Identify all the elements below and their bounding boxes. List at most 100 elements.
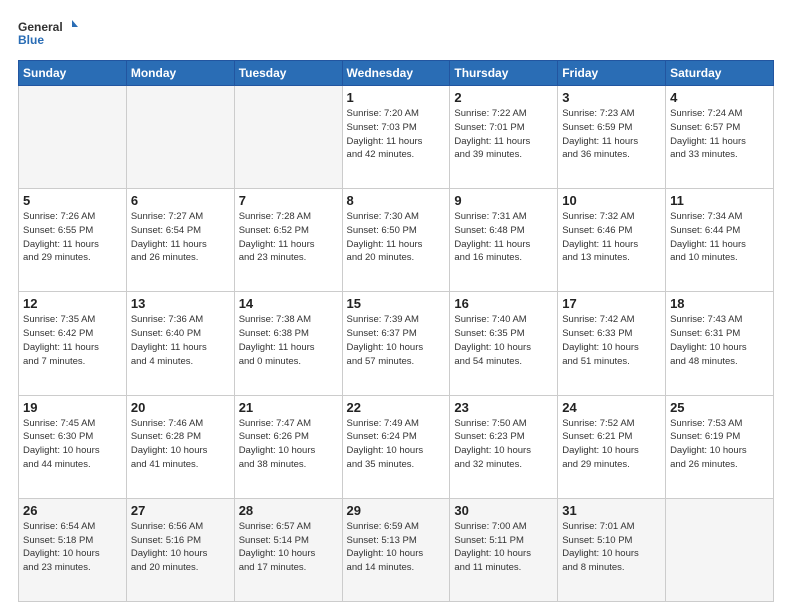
header: General Blue xyxy=(18,18,774,50)
calendar-week-row: 1 Sunrise: 7:20 AM Sunset: 7:03 PM Daylig… xyxy=(19,86,774,189)
calendar-cell: 30Sunrise: 7:00 AM Sunset: 5:11 PM Dayli… xyxy=(450,498,558,601)
calendar-cell: 18 Sunrise: 7:43 AM Sunset: 6:31 PM Dayli… xyxy=(666,292,774,395)
day-number: 10 xyxy=(562,193,661,208)
calendar-cell: 3Sunrise: 7:23 AM Sunset: 6:59 PM Daylig… xyxy=(558,86,666,189)
day-header-tuesday: Tuesday xyxy=(234,61,342,86)
day-number: 26 xyxy=(23,503,122,518)
page: General Blue SundayMondayTuesdayWednesda… xyxy=(0,0,792,612)
day-number: 7 xyxy=(239,193,338,208)
day-number: 8 xyxy=(347,193,446,208)
day-number: 14 xyxy=(239,296,338,311)
day-info: Sunrise: 7:26 AM Sunset: 6:55 PM Dayligh… xyxy=(23,210,122,265)
day-info: Sunrise: 7:47 AM Sunset: 6:26 PM Dayligh… xyxy=(239,417,338,472)
day-number: 15 xyxy=(347,296,446,311)
calendar-cell: 19Sunrise: 7:45 AM Sunset: 6:30 PM Dayli… xyxy=(19,395,127,498)
calendar-cell xyxy=(126,86,234,189)
day-number: 28 xyxy=(239,503,338,518)
day-header-saturday: Saturday xyxy=(666,61,774,86)
day-number: 29 xyxy=(347,503,446,518)
day-number: 27 xyxy=(131,503,230,518)
day-header-sunday: Sunday xyxy=(19,61,127,86)
svg-text:General: General xyxy=(18,20,63,34)
calendar-week-row: 12 Sunrise: 7:35 AM Sunset: 6:42 PM Dayli… xyxy=(19,292,774,395)
day-info: Sunrise: 7:32 AM Sunset: 6:46 PM Dayligh… xyxy=(562,210,661,265)
day-info: Sunrise: 7:53 AM Sunset: 6:19 PM Dayligh… xyxy=(670,417,769,472)
day-header-friday: Friday xyxy=(558,61,666,86)
day-number: 16 xyxy=(454,296,553,311)
day-number: 9 xyxy=(454,193,553,208)
calendar-cell xyxy=(19,86,127,189)
calendar-cell: 9Sunrise: 7:31 AM Sunset: 6:48 PM Daylig… xyxy=(450,189,558,292)
calendar-cell: 27 Sunrise: 6:56 AM Sunset: 5:16 PM Dayli… xyxy=(126,498,234,601)
day-info: Sunrise: 7:35 AM Sunset: 6:42 PM Dayligh… xyxy=(23,313,122,368)
day-info: Sunrise: 7:36 AM Sunset: 6:40 PM Dayligh… xyxy=(131,313,230,368)
calendar-header-row: SundayMondayTuesdayWednesdayThursdayFrid… xyxy=(19,61,774,86)
day-number: 17 xyxy=(562,296,661,311)
calendar-cell: 4 Sunrise: 7:24 AM Sunset: 6:57 PM Daylig… xyxy=(666,86,774,189)
day-info: Sunrise: 7:20 AM Sunset: 7:03 PM Dayligh… xyxy=(347,107,446,162)
day-info: Sunrise: 7:40 AM Sunset: 6:35 PM Dayligh… xyxy=(454,313,553,368)
day-info: Sunrise: 7:43 AM Sunset: 6:31 PM Dayligh… xyxy=(670,313,769,368)
day-info: Sunrise: 7:28 AM Sunset: 6:52 PM Dayligh… xyxy=(239,210,338,265)
day-info: Sunrise: 7:01 AM Sunset: 5:10 PM Dayligh… xyxy=(562,520,661,575)
calendar-cell: 16 Sunrise: 7:40 AM Sunset: 6:35 PM Dayli… xyxy=(450,292,558,395)
day-number: 31 xyxy=(562,503,661,518)
calendar-cell: 7 Sunrise: 7:28 AM Sunset: 6:52 PM Daylig… xyxy=(234,189,342,292)
calendar-cell: 11 Sunrise: 7:34 AM Sunset: 6:44 PM Dayli… xyxy=(666,189,774,292)
calendar-cell xyxy=(666,498,774,601)
calendar-cell: 8 Sunrise: 7:30 AM Sunset: 6:50 PM Daylig… xyxy=(342,189,450,292)
day-number: 12 xyxy=(23,296,122,311)
calendar-cell: 23 Sunrise: 7:50 AM Sunset: 6:23 PM Dayli… xyxy=(450,395,558,498)
day-header-thursday: Thursday xyxy=(450,61,558,86)
day-number: 21 xyxy=(239,400,338,415)
svg-text:Blue: Blue xyxy=(18,33,44,47)
calendar-cell: 25Sunrise: 7:53 AM Sunset: 6:19 PM Dayli… xyxy=(666,395,774,498)
day-info: Sunrise: 7:27 AM Sunset: 6:54 PM Dayligh… xyxy=(131,210,230,265)
calendar-cell: 5 Sunrise: 7:26 AM Sunset: 6:55 PM Daylig… xyxy=(19,189,127,292)
day-info: Sunrise: 7:22 AM Sunset: 7:01 PM Dayligh… xyxy=(454,107,553,162)
day-info: Sunrise: 7:52 AM Sunset: 6:21 PM Dayligh… xyxy=(562,417,661,472)
calendar-table: SundayMondayTuesdayWednesdayThursdayFrid… xyxy=(18,60,774,602)
calendar-week-row: 5 Sunrise: 7:26 AM Sunset: 6:55 PM Daylig… xyxy=(19,189,774,292)
calendar-cell: 14 Sunrise: 7:38 AM Sunset: 6:38 PM Dayli… xyxy=(234,292,342,395)
calendar-cell xyxy=(234,86,342,189)
calendar-cell: 24Sunrise: 7:52 AM Sunset: 6:21 PM Dayli… xyxy=(558,395,666,498)
day-info: Sunrise: 6:57 AM Sunset: 5:14 PM Dayligh… xyxy=(239,520,338,575)
day-header-monday: Monday xyxy=(126,61,234,86)
day-number: 22 xyxy=(347,400,446,415)
day-number: 13 xyxy=(131,296,230,311)
day-number: 23 xyxy=(454,400,553,415)
day-info: Sunrise: 6:56 AM Sunset: 5:16 PM Dayligh… xyxy=(131,520,230,575)
day-info: Sunrise: 7:42 AM Sunset: 6:33 PM Dayligh… xyxy=(562,313,661,368)
day-header-wednesday: Wednesday xyxy=(342,61,450,86)
day-number: 11 xyxy=(670,193,769,208)
calendar-week-row: 26 Sunrise: 6:54 AM Sunset: 5:18 PM Dayli… xyxy=(19,498,774,601)
day-info: Sunrise: 7:30 AM Sunset: 6:50 PM Dayligh… xyxy=(347,210,446,265)
calendar-cell: 21 Sunrise: 7:47 AM Sunset: 6:26 PM Dayli… xyxy=(234,395,342,498)
day-info: Sunrise: 7:34 AM Sunset: 6:44 PM Dayligh… xyxy=(670,210,769,265)
day-info: Sunrise: 7:00 AM Sunset: 5:11 PM Dayligh… xyxy=(454,520,553,575)
day-number: 20 xyxy=(131,400,230,415)
calendar-cell: 26 Sunrise: 6:54 AM Sunset: 5:18 PM Dayli… xyxy=(19,498,127,601)
logo: General Blue xyxy=(18,18,78,50)
day-info: Sunrise: 7:50 AM Sunset: 6:23 PM Dayligh… xyxy=(454,417,553,472)
calendar-cell: 13 Sunrise: 7:36 AM Sunset: 6:40 PM Dayli… xyxy=(126,292,234,395)
day-number: 1 xyxy=(347,90,446,105)
calendar-cell: 2Sunrise: 7:22 AM Sunset: 7:01 PM Daylig… xyxy=(450,86,558,189)
calendar-cell: 28 Sunrise: 6:57 AM Sunset: 5:14 PM Dayli… xyxy=(234,498,342,601)
day-number: 4 xyxy=(670,90,769,105)
day-info: Sunrise: 7:45 AM Sunset: 6:30 PM Dayligh… xyxy=(23,417,122,472)
day-number: 5 xyxy=(23,193,122,208)
day-info: Sunrise: 7:38 AM Sunset: 6:38 PM Dayligh… xyxy=(239,313,338,368)
day-info: Sunrise: 7:39 AM Sunset: 6:37 PM Dayligh… xyxy=(347,313,446,368)
day-number: 6 xyxy=(131,193,230,208)
calendar-cell: 10 Sunrise: 7:32 AM Sunset: 6:46 PM Dayli… xyxy=(558,189,666,292)
calendar-cell: 15 Sunrise: 7:39 AM Sunset: 6:37 PM Dayli… xyxy=(342,292,450,395)
logo-svg: General Blue xyxy=(18,18,78,50)
day-info: Sunrise: 6:54 AM Sunset: 5:18 PM Dayligh… xyxy=(23,520,122,575)
calendar-week-row: 19Sunrise: 7:45 AM Sunset: 6:30 PM Dayli… xyxy=(19,395,774,498)
day-info: Sunrise: 7:24 AM Sunset: 6:57 PM Dayligh… xyxy=(670,107,769,162)
day-number: 3 xyxy=(562,90,661,105)
day-number: 18 xyxy=(670,296,769,311)
calendar-cell: 20Sunrise: 7:46 AM Sunset: 6:28 PM Dayli… xyxy=(126,395,234,498)
